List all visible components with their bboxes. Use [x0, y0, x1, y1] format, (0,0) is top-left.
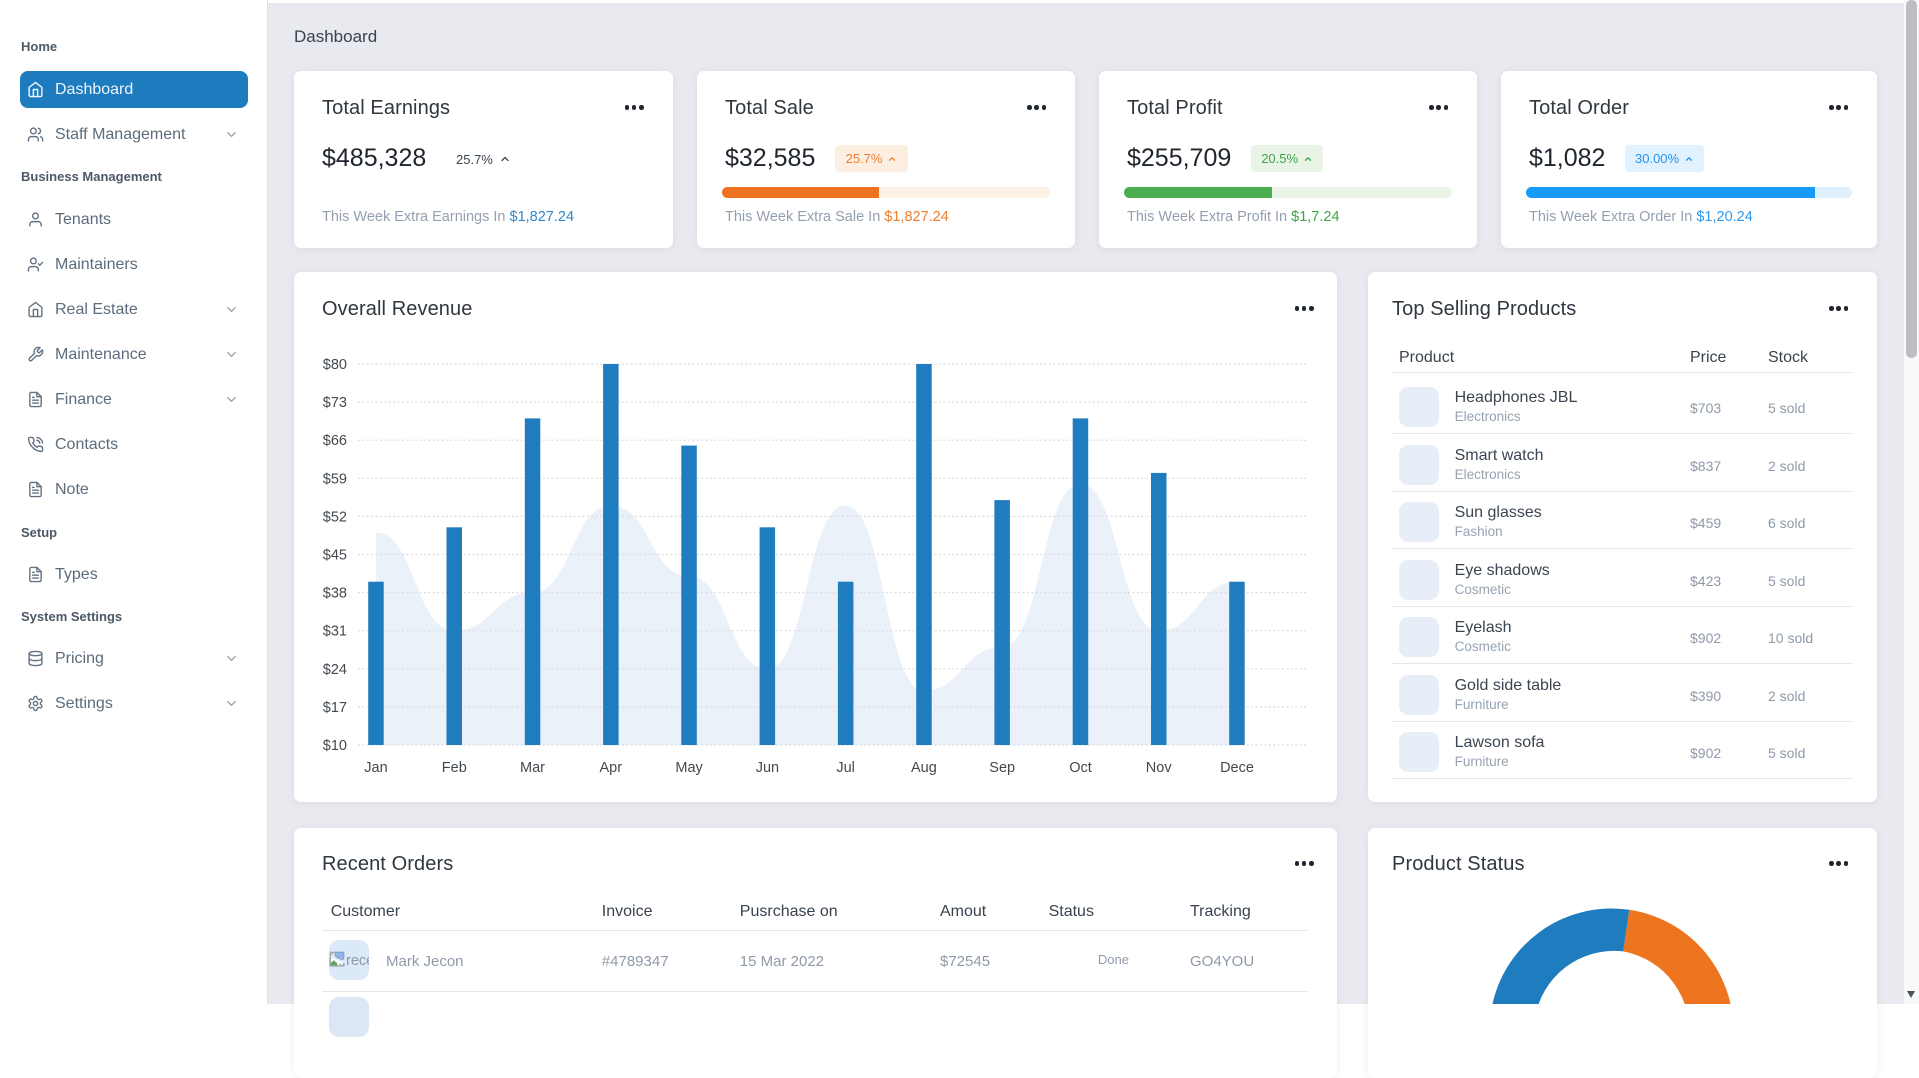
svg-text:$73: $73	[323, 395, 347, 411]
svg-text:Nov: Nov	[1146, 760, 1173, 776]
svg-text:Jul: Jul	[836, 760, 855, 776]
svg-text:Jun: Jun	[756, 760, 779, 776]
svg-text:$59: $59	[323, 471, 347, 487]
svg-text:$80: $80	[323, 357, 347, 373]
svg-text:Apr: Apr	[600, 760, 623, 776]
svg-text:$52: $52	[323, 509, 347, 525]
svg-text:May: May	[675, 760, 703, 776]
svg-text:$31: $31	[323, 624, 347, 640]
svg-text:$66: $66	[323, 433, 347, 449]
svg-text:Mar: Mar	[520, 760, 545, 776]
svg-text:$38: $38	[323, 586, 347, 602]
svg-text:Feb: Feb	[442, 760, 467, 776]
svg-text:$45: $45	[323, 548, 347, 564]
svg-text:Aug: Aug	[911, 760, 937, 776]
svg-text:Sep: Sep	[989, 760, 1015, 776]
svg-text:Oct: Oct	[1069, 760, 1092, 776]
svg-text:$17: $17	[323, 700, 347, 716]
svg-text:$10: $10	[323, 738, 347, 754]
svg-text:Dece: Dece	[1220, 760, 1254, 776]
svg-text:Jan: Jan	[364, 760, 387, 776]
svg-text:$24: $24	[323, 662, 347, 678]
